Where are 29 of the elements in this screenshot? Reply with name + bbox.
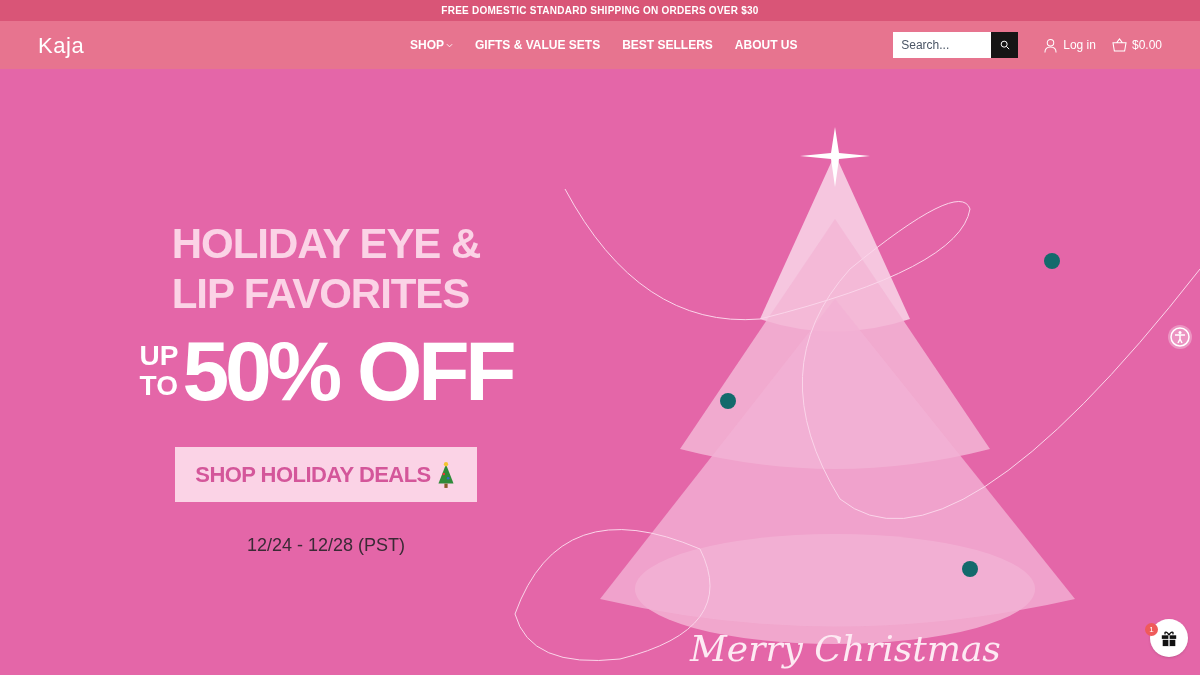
ornament-dot [1044, 253, 1060, 269]
basket-icon [1111, 38, 1127, 52]
nav-link[interactable]: ABOUT US [734, 36, 798, 54]
cart-link[interactable]: $0.00 [1111, 36, 1162, 54]
login-link[interactable]: Log in [1044, 36, 1096, 54]
nav-link[interactable]: GIFTS & VALUE SETS [475, 36, 601, 54]
logo[interactable]: Kaja [38, 28, 410, 62]
nav-link[interactable]: BEST SELLERS [622, 36, 713, 54]
search-button[interactable] [991, 32, 1019, 58]
user-icon [1044, 37, 1058, 53]
greeting-text: Merry Christmas [690, 627, 1001, 671]
prefix-text: UP [139, 341, 179, 371]
notification-badge: 1 [1145, 623, 1158, 636]
ornament-dot [962, 561, 978, 577]
gift-button[interactable] [1150, 619, 1188, 657]
date-range-text: 12/24 - 12/28 (PST) [246, 534, 406, 557]
shop-deals-button[interactable]: SHOP HOLIDAY DEALS [175, 447, 477, 502]
search-icon [999, 40, 1010, 50]
announcement-text: FREE DOMESTIC STANDARD SHIPPING ON ORDERS OVER $30 [441, 4, 759, 18]
search-field[interactable]: Search... [893, 32, 992, 58]
headline-text: HOLIDAY EYE & [171, 219, 481, 269]
gift-icon [1160, 629, 1178, 647]
accessibility-icon [1170, 327, 1190, 347]
accessibility-button[interactable] [1168, 325, 1192, 349]
headline-text: LIP FAVORITES [171, 269, 470, 319]
discount-text: 50% OFF [182, 323, 513, 419]
ornament-dot [720, 393, 736, 409]
nav-link[interactable]: SHOP [410, 36, 453, 54]
prefix-text: TO [139, 371, 179, 401]
